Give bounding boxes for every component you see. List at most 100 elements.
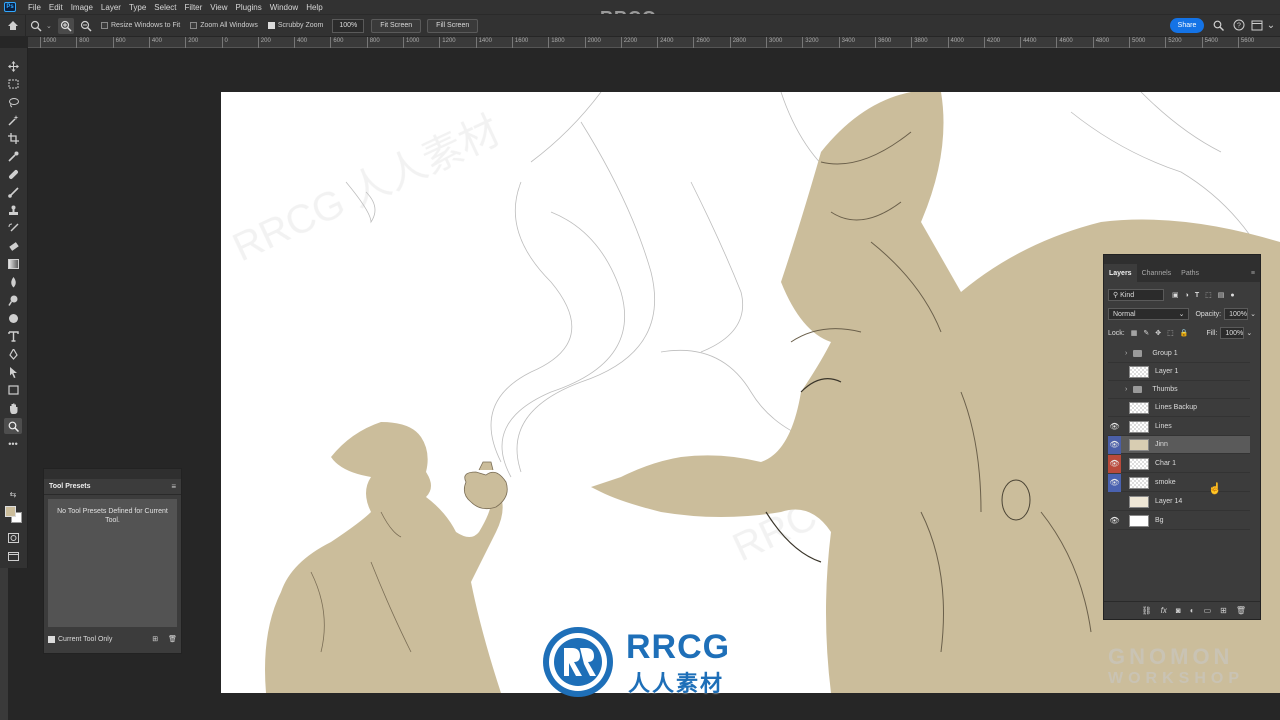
blur-tool[interactable] bbox=[4, 274, 22, 290]
crop-tool[interactable] bbox=[4, 130, 22, 146]
layer-row-lines-backup[interactable]: Lines Backup bbox=[1108, 399, 1250, 417]
lock-pixels-icon[interactable]: ✎ bbox=[1143, 329, 1149, 337]
tab-channels[interactable]: Channels bbox=[1137, 264, 1177, 282]
fit-screen-button[interactable]: Fit Screen bbox=[371, 18, 422, 33]
add-mask-icon[interactable]: ◙ bbox=[1176, 606, 1181, 615]
visibility-toggle-off[interactable] bbox=[1108, 363, 1121, 381]
new-layer-icon[interactable]: ⊞ bbox=[1220, 606, 1227, 615]
path-selection-tool[interactable] bbox=[4, 364, 22, 380]
menu-help[interactable]: Help bbox=[302, 3, 326, 12]
dodge-tool[interactable] bbox=[4, 292, 22, 308]
filter-adjustment-icon[interactable]: ◑ bbox=[1185, 292, 1189, 299]
gradient-tool[interactable] bbox=[4, 256, 22, 272]
lasso-tool[interactable] bbox=[4, 94, 22, 110]
scrubby-zoom-checkbox[interactable]: Scrubby Zoom bbox=[267, 22, 323, 29]
sponge-tool[interactable] bbox=[4, 310, 22, 326]
layer-row-jinn[interactable]: 👁 Jinn bbox=[1108, 435, 1250, 454]
layer-row-bg[interactable]: 👁 Bg bbox=[1108, 512, 1250, 530]
visibility-toggle-off[interactable] bbox=[1108, 381, 1121, 399]
brush-tool[interactable] bbox=[4, 184, 22, 200]
zoom-tool[interactable] bbox=[4, 418, 22, 434]
type-tool[interactable] bbox=[4, 328, 22, 344]
visibility-toggle-off[interactable] bbox=[1108, 493, 1121, 511]
lock-artboard-icon[interactable]: ⬚ bbox=[1167, 329, 1174, 337]
tab-layers[interactable]: Layers bbox=[1104, 264, 1137, 282]
current-tool-only-checkbox[interactable] bbox=[48, 635, 55, 643]
eye-icon[interactable]: 👁 bbox=[1108, 418, 1121, 436]
pen-tool[interactable] bbox=[4, 346, 22, 362]
home-button[interactable] bbox=[0, 14, 26, 37]
help-button[interactable]: ? bbox=[1232, 18, 1246, 32]
zoom-level-field[interactable]: 100% bbox=[332, 18, 365, 33]
panel-menu-icon[interactable]: ≡ bbox=[171, 482, 176, 491]
search-button[interactable] bbox=[1211, 18, 1225, 32]
opacity-field[interactable]: 100% bbox=[1224, 308, 1249, 320]
share-button[interactable]: Share bbox=[1170, 18, 1204, 33]
eye-icon[interactable]: 👁 bbox=[1108, 454, 1121, 473]
trash-icon[interactable]: 🗑 bbox=[168, 635, 177, 643]
menu-file[interactable]: File bbox=[24, 3, 45, 12]
adjustment-layer-icon[interactable]: ◐ bbox=[1190, 606, 1195, 615]
workspace-button[interactable] bbox=[1250, 18, 1264, 32]
menu-filter[interactable]: Filter bbox=[181, 3, 207, 12]
chevron-down-icon[interactable]: ⌄ bbox=[1250, 310, 1256, 318]
screen-mode-button[interactable] bbox=[4, 548, 22, 564]
lock-position-icon[interactable]: ✥ bbox=[1155, 329, 1161, 337]
ruler-horizontal[interactable]: 1000 800 600 400 200 0 200 400 600 800 1000 1200 140… bbox=[28, 37, 1280, 48]
lock-transparent-icon[interactable]: ▦ bbox=[1131, 329, 1138, 337]
clone-stamp-tool[interactable] bbox=[4, 202, 22, 218]
tab-paths[interactable]: Paths bbox=[1176, 264, 1204, 282]
edit-toolbar-button[interactable]: ••• bbox=[4, 436, 22, 452]
layer-row-group-1[interactable]: › Group 1 bbox=[1108, 345, 1250, 363]
eye-icon[interactable]: 👁 bbox=[1108, 512, 1121, 530]
eye-icon[interactable]: 👁 bbox=[1108, 435, 1121, 454]
panel-grip[interactable] bbox=[44, 469, 181, 479]
layer-row-layer-14[interactable]: Layer 14 bbox=[1108, 493, 1250, 511]
chevron-right-icon[interactable]: › bbox=[1125, 386, 1127, 393]
visibility-toggle-off[interactable] bbox=[1108, 345, 1121, 363]
filter-type-icon[interactable]: T bbox=[1195, 292, 1199, 299]
menu-edit[interactable]: Edit bbox=[45, 3, 67, 12]
zoom-in-button[interactable] bbox=[58, 17, 74, 34]
move-tool[interactable] bbox=[4, 58, 22, 74]
visibility-toggle-off[interactable] bbox=[1108, 399, 1121, 417]
eraser-tool[interactable] bbox=[4, 238, 22, 254]
panel-menu-icon[interactable]: ≡ bbox=[1246, 264, 1260, 282]
blend-mode-select[interactable]: Normal ⌄ bbox=[1108, 308, 1190, 320]
tool-presets-tab[interactable]: Tool Presets bbox=[49, 483, 91, 490]
zoom-all-windows-checkbox[interactable]: Zoom All Windows bbox=[190, 22, 258, 29]
magic-wand-tool[interactable] bbox=[4, 112, 22, 128]
filter-smart-object-icon[interactable]: ▤ bbox=[1218, 291, 1225, 299]
fx-icon[interactable]: fx bbox=[1161, 606, 1167, 615]
menu-plugins[interactable]: Plugins bbox=[232, 3, 266, 12]
rectangle-tool[interactable] bbox=[4, 382, 22, 398]
zoom-tool-preset-picker[interactable] bbox=[28, 18, 44, 34]
link-layers-icon[interactable]: ⛓ bbox=[1142, 606, 1152, 615]
new-preset-icon[interactable]: ⊞ bbox=[152, 635, 158, 643]
panel-grip[interactable] bbox=[1104, 255, 1260, 264]
menu-layer[interactable]: Layer bbox=[97, 3, 125, 12]
quick-mask-button[interactable] bbox=[4, 530, 22, 546]
default-colors-button[interactable]: ⇆ bbox=[4, 488, 22, 500]
lock-all-icon[interactable]: 🔒 bbox=[1180, 329, 1189, 337]
trash-icon[interactable]: 🗑 bbox=[1236, 606, 1246, 615]
foreground-color-swatch[interactable] bbox=[5, 506, 16, 517]
menu-view[interactable]: View bbox=[206, 3, 231, 12]
layer-row-lines[interactable]: 👁 Lines bbox=[1108, 418, 1250, 436]
history-brush-tool[interactable] bbox=[4, 220, 22, 236]
menu-window[interactable]: Window bbox=[266, 3, 302, 12]
resize-windows-checkbox[interactable]: Resize Windows to Fit bbox=[101, 22, 180, 29]
filter-toggle-icon[interactable]: ● bbox=[1230, 292, 1234, 299]
filter-pixel-icon[interactable]: ▣ bbox=[1172, 291, 1179, 299]
menu-select[interactable]: Select bbox=[150, 3, 180, 12]
hand-tool[interactable] bbox=[4, 400, 22, 416]
eye-icon[interactable]: 👁 bbox=[1108, 473, 1121, 492]
chevron-down-icon[interactable]: ⌄ bbox=[1246, 329, 1252, 337]
layer-row-thumbs[interactable]: › Thumbs bbox=[1108, 381, 1250, 399]
menu-image[interactable]: Image bbox=[67, 3, 97, 12]
layer-row-layer-1[interactable]: Layer 1 bbox=[1108, 363, 1250, 381]
new-group-icon[interactable]: ▭ bbox=[1204, 606, 1212, 615]
healing-brush-tool[interactable] bbox=[4, 166, 22, 182]
layer-row-smoke[interactable]: 👁 smoke bbox=[1108, 473, 1250, 492]
menu-type[interactable]: Type bbox=[125, 3, 150, 12]
